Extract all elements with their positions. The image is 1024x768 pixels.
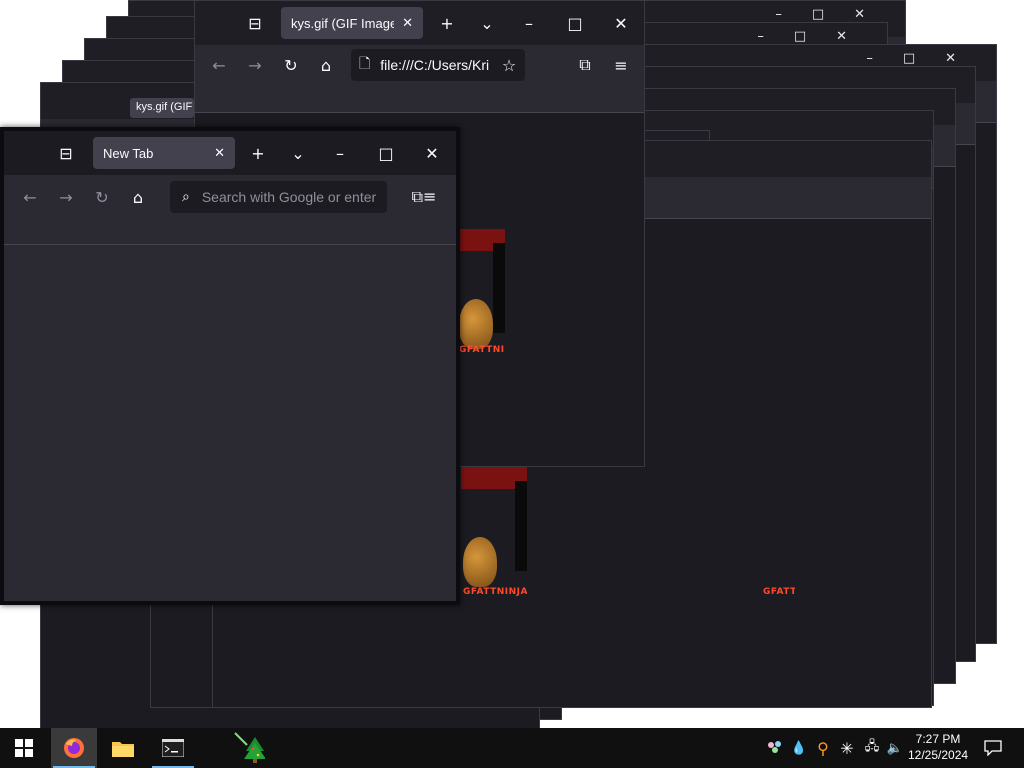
tab-title: New Tab: [103, 145, 154, 161]
nav-bar: ← → ↻ ⌂ 🗋 file:///C:/Users/Kri ☆ ⧉ ≡: [195, 45, 644, 85]
new-tab-icon[interactable]: +: [433, 9, 461, 37]
forward-arrow-icon[interactable]: →: [241, 51, 269, 79]
tab-list-icon[interactable]: ⊟: [52, 139, 80, 167]
maximize-icon[interactable]: □: [561, 9, 589, 37]
gif-image: GFATTNINJA: [461, 467, 527, 599]
bookmarks-bar: [4, 219, 456, 245]
taskbar-firefox[interactable]: [51, 728, 97, 768]
firefox-icon: [64, 738, 84, 758]
search-icon: ⌕: [182, 189, 190, 205]
chevron-down-icon[interactable]: ⌄: [284, 139, 312, 167]
page-content: [4, 246, 456, 601]
minimize-icon[interactable]: –: [326, 139, 354, 167]
close-window-icon[interactable]: ✕: [607, 9, 635, 37]
tab-list-icon[interactable]: ⊟: [241, 9, 269, 37]
title-bar: ⊟ kys.gif (GIF Image, 1 ✕ + ⌄ – □ ✕: [195, 1, 644, 45]
home-icon[interactable]: ⌂: [124, 183, 152, 211]
volume-icon[interactable]: 🔈: [884, 728, 906, 768]
bookmark-star-icon[interactable]: ☆: [495, 51, 523, 79]
clock-time: 7:27 PM: [915, 732, 961, 746]
nav-bar: ← → ↻ ⌂ ⌕ Search with Google or enter ⧉≡: [4, 175, 456, 219]
notifications-icon[interactable]: [978, 728, 1008, 768]
maximize-icon[interactable]: □: [372, 139, 400, 167]
taskbar-tree-app[interactable]: [226, 728, 272, 768]
reload-icon[interactable]: ↻: [277, 51, 305, 79]
partial-tab[interactable]: kys.gif (GIF: [130, 98, 194, 118]
reload-icon[interactable]: ↻: [88, 183, 116, 211]
forward-arrow-icon[interactable]: →: [52, 183, 80, 211]
terminal-icon: [162, 739, 184, 757]
tab-gif[interactable]: kys.gif (GIF Image, 1 ✕: [281, 7, 423, 39]
network-icon[interactable]: 🖧: [860, 728, 884, 768]
minimize-icon[interactable]: –: [515, 9, 543, 37]
tab-new-tab[interactable]: New Tab ✕: [93, 137, 235, 169]
christmas-tree-icon: [234, 732, 265, 763]
back-arrow-icon[interactable]: ←: [16, 183, 44, 211]
new-tab-icon[interactable]: +: [244, 139, 272, 167]
droplet-icon[interactable]: 💧: [788, 728, 810, 768]
page-icon: 🗋: [359, 56, 371, 72]
clock[interactable]: 7:27 PM 12/25/2024: [908, 731, 968, 763]
home-icon[interactable]: ⌂: [312, 51, 340, 79]
file-explorer-icon: [112, 742, 134, 757]
people-icon[interactable]: [764, 728, 786, 768]
extensions-icon[interactable]: ⧉: [571, 51, 599, 79]
bookmarks-bar: [195, 85, 644, 113]
taskbar-terminal[interactable]: [150, 728, 196, 768]
asterisk-icon[interactable]: ✳: [836, 728, 858, 768]
back-arrow-icon[interactable]: ←: [205, 51, 233, 79]
start-button[interactable]: [0, 728, 48, 768]
taskbar-file-explorer[interactable]: [100, 728, 146, 768]
close-window-icon[interactable]: ✕: [418, 139, 446, 167]
search-icon[interactable]: ⚲: [812, 728, 834, 768]
chevron-down-icon[interactable]: ⌄: [473, 9, 501, 37]
search-placeholder: Search with Google or enter: [201, 189, 377, 205]
title-bar: ⊟ New Tab ✕ + ⌄ – □ ✕: [4, 131, 456, 175]
close-tab-icon[interactable]: ✕: [402, 16, 413, 31]
app-menu-icon[interactable]: ≡: [607, 51, 635, 79]
clock-date: 12/25/2024: [908, 748, 969, 762]
gif-image: GFATTNINJA: [761, 581, 795, 599]
gif-image: GFATTNINJA: [457, 229, 505, 357]
url-text: file:///C:/Users/Kri: [380, 57, 490, 73]
new-tab-browser-window: ⊟ New Tab ✕ + ⌄ – □ ✕ ← → ↻ ⌂ ⌕ Search w…: [0, 127, 460, 605]
taskbar: 💧 ⚲ ✳ 🖧 🔈 7:27 PM 12/25/2024: [0, 728, 1024, 768]
close-tab-icon[interactable]: ✕: [214, 146, 225, 161]
search-bar[interactable]: ⌕ Search with Google or enter: [170, 181, 387, 213]
windows-logo-icon: [15, 739, 33, 757]
tab-title: kys.gif (GIF Image, 1: [291, 15, 395, 31]
extensions-menu-icon[interactable]: ⧉≡: [410, 183, 438, 211]
